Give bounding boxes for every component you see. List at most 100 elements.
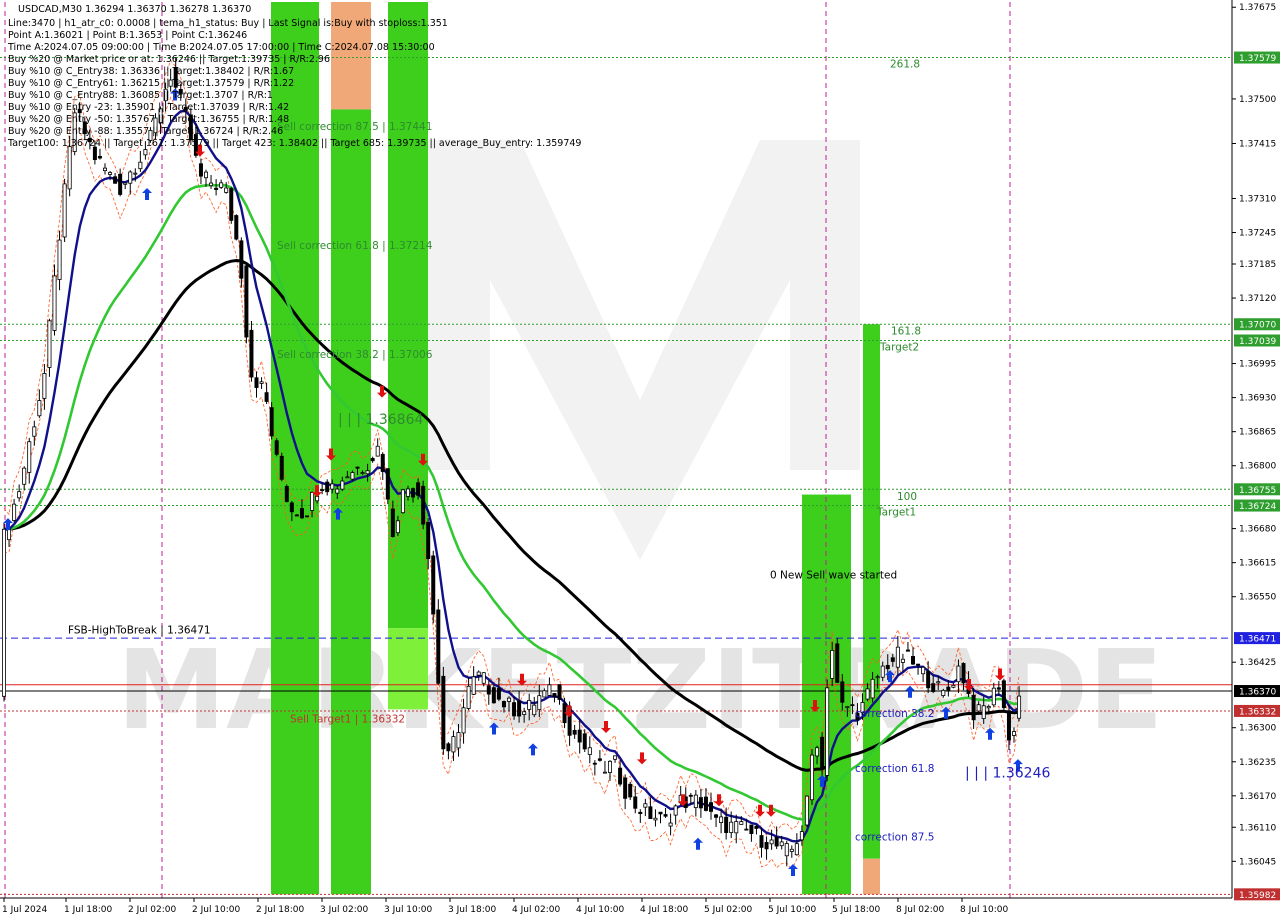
candle-body [794,843,799,856]
candle-body [729,821,734,833]
candle-body [759,835,764,848]
x-tick-label: 3 Jul 02:00 [320,905,369,915]
zone-rect [863,858,880,895]
candle-body [673,805,678,816]
candle-body [830,649,835,679]
candle-body [12,503,17,521]
candle-body [820,736,825,769]
candle-body [259,381,264,384]
x-tick-label: 4 Jul 02:00 [512,905,561,915]
candle-body [239,240,244,279]
x-tick-label: 2 Jul 18:00 [256,905,305,915]
candle-body [360,472,365,474]
candle-body [1012,731,1017,736]
candle-body [885,664,890,670]
chart-annotation: correction 38.2 [855,708,934,720]
candle-body [512,702,517,717]
info-line: Buy %10 @ C_Entry61: 1.36215 || Target:1… [8,78,294,89]
candle-body [971,694,976,721]
candle-body [143,149,148,156]
chart-annotation: Target1 [876,506,916,518]
candle-body [224,187,229,193]
info-line: Target100: 1.36724 || Target 161: 1.3757… [7,138,581,149]
candle-body [845,706,850,709]
candle-body [7,528,12,541]
candle-body [774,836,779,847]
candle-body [804,795,809,826]
candle-body [981,705,986,719]
price-level-tag-label: 1.37039 [1239,337,1276,347]
y-tick-label: 1.37120 [1239,294,1276,304]
candle-body [936,681,941,684]
candle-body [618,767,623,785]
chart-annotation: Sell correction 87.5 | 1.37441 [277,121,432,133]
x-tick-label: 1 Jul 2024 [2,905,47,915]
candle-body [572,729,577,735]
candle-body [976,704,981,712]
price-axis-background [1232,0,1280,920]
chart-annotation: correction 61.8 [855,763,934,775]
candle-body [113,176,118,184]
candle-body [289,502,294,513]
info-line: Buy %10 @ Entry -23: 1.35901 || Target:1… [8,102,289,113]
candle-body [597,758,602,761]
y-tick-label: 1.36615 [1239,559,1276,569]
info-line: Buy %20 @ Entry -50: 1.35767 || Target:1… [8,114,289,125]
candle-body [421,485,426,525]
y-tick-label: 1.36045 [1239,857,1276,867]
candle-body [274,440,279,455]
x-tick-label: 1 Jul 18:00 [64,905,113,915]
candle-body [592,762,597,765]
chart-annotation: 100 [897,491,917,503]
candle-body [956,665,961,683]
candle-body [22,467,27,485]
candle-body [345,476,350,479]
candle-body [658,811,663,815]
x-tick-label: 2 Jul 02:00 [128,905,177,915]
price-level-tag-label: 1.36370 [1239,688,1276,698]
candle-body [532,704,537,716]
y-tick-label: 1.37675 [1239,3,1276,13]
candle-body [587,747,592,755]
info-line: Buy %10 @ C_Entry88: 1.36085 || Target:1… [8,90,273,101]
y-tick-label: 1.36550 [1239,593,1276,603]
y-tick-label: 1.36680 [1239,525,1276,535]
chart-annotation: Target2 [879,341,919,353]
candle-body [754,825,759,829]
chart-root: MARKETZITRADE 261.8 Sell correction 87.5 … [0,0,1280,920]
candle-body [931,683,936,692]
chart-annotation: | | | 1.36246 [965,765,1050,781]
y-tick-label: 1.36930 [1239,394,1276,404]
candle-body [325,481,330,493]
candle-body [744,828,749,831]
candle-body [299,508,304,519]
x-tick-label: 5 Jul 10:00 [768,905,817,915]
candle-body [880,665,885,678]
candle-body [799,831,804,841]
y-tick-label: 1.37245 [1239,229,1276,239]
symbol-header: USDCAD,M30 1.36294 1.36370 1.36278 1.363… [18,4,251,15]
price-axis: 1.37675 1.37500 1.37415 1.37310 1.37245 1.371… [1231,0,1280,920]
candle-body [769,839,774,845]
candlestick-chart[interactable]: MARKETZITRADE 261.8Sell correction 87.5 … [0,0,1280,920]
candle-body [244,265,249,338]
zone-rect [331,109,371,895]
candle-body [370,458,375,462]
candle-body [522,711,527,715]
y-tick-label: 1.37415 [1239,139,1276,149]
candle-body [916,663,921,666]
candle-body [840,681,845,703]
candle-body [865,688,870,700]
candle-body [229,188,234,221]
candle-body [911,656,916,665]
candle-body [17,491,22,499]
y-tick-label: 1.36170 [1239,792,1276,802]
chart-annotation: FSB-HighToBreak | 1.36471 [68,624,211,636]
candle-body [411,488,416,498]
candle-body [103,167,108,172]
candle-body [688,794,693,797]
info-line: Buy %10 @ C_Entry38: 1.36336 || Target:1… [8,66,294,77]
candle-body [668,822,673,827]
candle-body [203,171,208,179]
info-line: Buy %20 @ Entry -88: 1.3557 || Target:1.… [8,126,283,137]
